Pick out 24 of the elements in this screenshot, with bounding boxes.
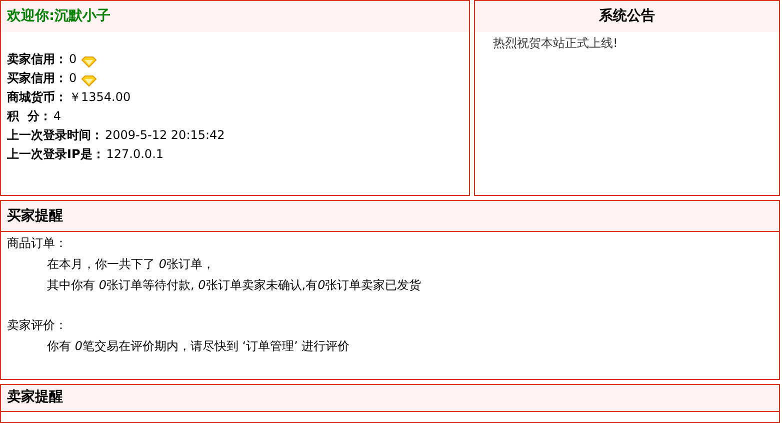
buyer-reminder-title: 买家提醒 bbox=[1, 201, 779, 232]
reminder-text: 在本月，你一共下了 0张订单， bbox=[46, 256, 216, 274]
reminder-text: 你有 0笔交易在评价期内，请尽快到 ‘订单管理’ 进行评价 bbox=[46, 338, 351, 356]
field-value: 4 bbox=[53, 108, 61, 125]
diamond-icon bbox=[80, 75, 97, 87]
section-heading: 商品订单： bbox=[7, 235, 68, 252]
field-label: 上一次登录IP是： bbox=[7, 146, 104, 163]
field-value: 0 bbox=[69, 51, 77, 68]
field-value: 0 bbox=[69, 70, 77, 87]
seller-reminder-title: 卖家提醒 bbox=[1, 384, 779, 412]
welcome-title: 欢迎你:沉默小子 bbox=[1, 1, 469, 32]
field-label: 上一次登录时间： bbox=[7, 127, 103, 144]
reminder-text: 其中你有 0张订单等待付款, 0张订单卖家未确认,有0张订单卖家已发货 bbox=[46, 277, 422, 294]
field-label: 商城货币： bbox=[7, 89, 67, 106]
diamond-icon bbox=[80, 56, 97, 68]
field-label: 买家信用： bbox=[7, 70, 67, 87]
announcement-item: 热烈祝贺本站正式上线! bbox=[492, 35, 619, 52]
announcement-title: 系统公告 bbox=[475, 1, 779, 32]
field-value: 127.0.0.1 bbox=[106, 146, 164, 163]
section-heading: 卖家评价： bbox=[7, 317, 68, 334]
field-value: 2009-5-12 20:15:42 bbox=[105, 127, 225, 144]
field-label: 卖家信用： bbox=[7, 51, 67, 68]
field-value: ￥1354.00 bbox=[69, 89, 131, 106]
field-label: 积 分： bbox=[7, 108, 52, 125]
